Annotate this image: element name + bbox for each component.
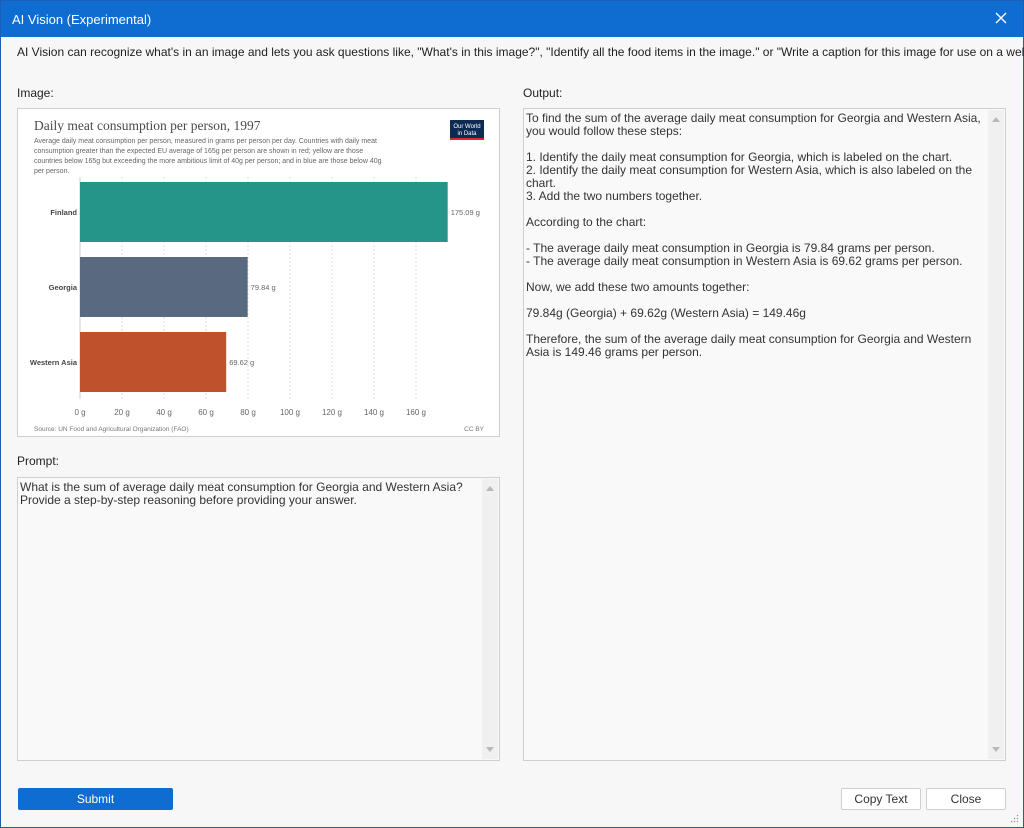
- prompt-input[interactable]: What is the sum of average daily meat co…: [17, 477, 500, 761]
- scroll-down-icon[interactable]: [486, 747, 494, 752]
- chart-source: Source: UN Food and Agricultural Organiz…: [34, 426, 189, 433]
- x-tick-label: 80 g: [240, 408, 256, 417]
- output-textbox[interactable]: To find the sum of the average daily mea…: [523, 108, 1006, 761]
- x-tick-label: 160 g: [406, 408, 426, 417]
- close-icon: [995, 12, 1007, 24]
- logo-text-line-2: in Data: [457, 131, 477, 137]
- prompt-label: Prompt:: [17, 454, 60, 468]
- bar-western-asia: [80, 332, 227, 392]
- close-window-button[interactable]: [987, 4, 1015, 32]
- window-title: AI Vision (Experimental): [12, 12, 152, 27]
- x-tick-label: 20 g: [114, 408, 130, 417]
- chart-subtitle-line: consumption greater than the expected EU…: [34, 148, 363, 155]
- chart-title: Daily meat consumption per person, 1997: [34, 118, 261, 133]
- prompt-scrollbar[interactable]: [482, 479, 498, 759]
- prompt-text: What is the sum of average daily meat co…: [20, 480, 467, 507]
- bar-value-label: 175.09 g: [451, 208, 480, 217]
- chart-subtitle-line: countries below 165g but exceeding the m…: [34, 158, 382, 165]
- scroll-up-icon[interactable]: [486, 486, 494, 491]
- x-tick-label: 100 g: [280, 408, 300, 417]
- title-bar: AI Vision (Experimental): [1, 1, 1023, 37]
- output-label: Output:: [523, 86, 563, 100]
- close-button[interactable]: Close: [926, 788, 1006, 810]
- submit-button[interactable]: Submit: [18, 788, 173, 810]
- ai-vision-dialog: AI Vision (Experimental) AI Vision can r…: [0, 0, 1024, 828]
- chart-subtitle-line: Average daily meat consumption per perso…: [34, 138, 377, 145]
- description-text: AI Vision can recognize what's in an ima…: [17, 45, 1024, 59]
- x-tick-label: 140 g: [364, 408, 384, 417]
- bar-georgia: [80, 257, 248, 317]
- scroll-up-icon[interactable]: [992, 117, 1000, 122]
- x-tick-label: 0 g: [74, 408, 85, 417]
- owid-logo: Our World in Data: [450, 120, 484, 140]
- image-preview: Daily meat consumption per person, 1997 …: [17, 108, 500, 437]
- copy-text-button[interactable]: Copy Text: [841, 788, 921, 810]
- bar-value-label: 69.62 g: [229, 358, 254, 367]
- scroll-down-icon[interactable]: [992, 747, 1000, 752]
- bar-finland: [80, 182, 448, 242]
- x-tick-label: 40 g: [156, 408, 172, 417]
- output-scrollbar[interactable]: [988, 110, 1004, 759]
- bar-category-label: Georgia: [49, 283, 78, 292]
- x-tick-label: 120 g: [322, 408, 342, 417]
- resize-grip-icon[interactable]: [1010, 814, 1019, 823]
- meat-consumption-chart: Daily meat consumption per person, 1997 …: [30, 118, 485, 433]
- bar-category-label: Finland: [50, 208, 77, 217]
- bar-category-label: Western Asia: [30, 358, 78, 367]
- bar-value-label: 79.84 g: [251, 283, 276, 292]
- logo-text-line-1: Our World: [453, 124, 480, 130]
- chart-license: CC BY: [464, 426, 485, 433]
- x-tick-label: 60 g: [198, 408, 214, 417]
- output-text: To find the sum of the average daily mea…: [526, 111, 981, 359]
- image-label: Image:: [17, 86, 54, 100]
- chart-subtitle-line: per person.: [34, 168, 69, 175]
